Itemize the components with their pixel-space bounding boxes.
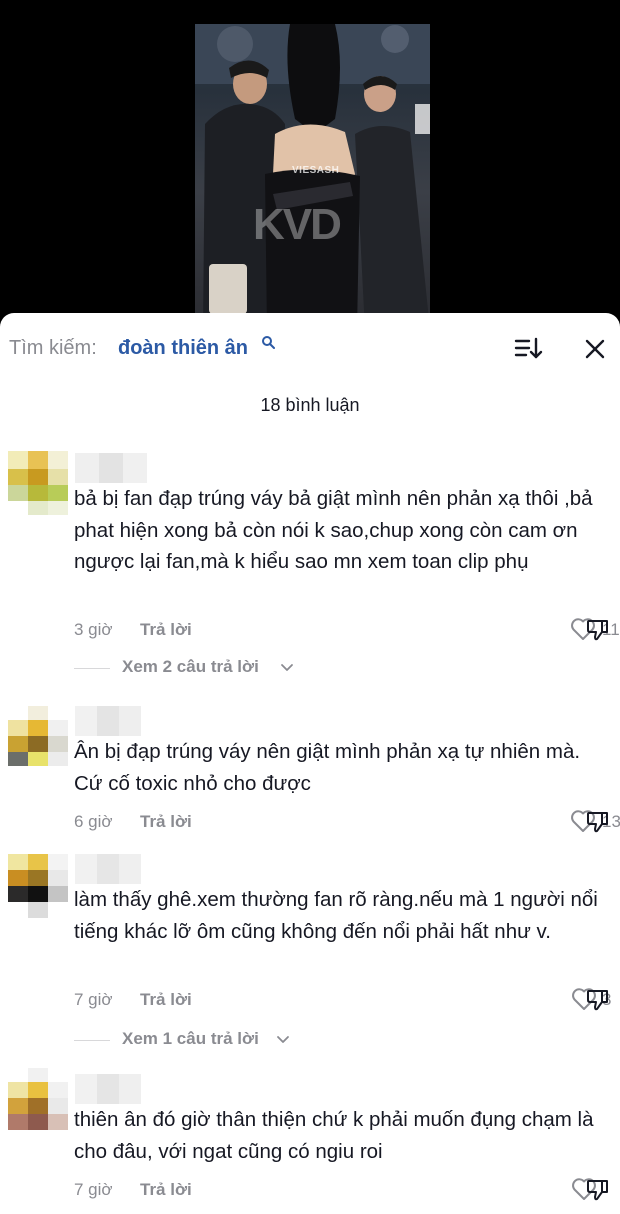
video-player[interactable]: VIESASH KVD	[195, 24, 430, 330]
watermark-logo: KVD	[253, 200, 342, 249]
comment-meta: 6 giờ Trả lời 13	[74, 810, 620, 836]
video-area: VIESASH KVD	[0, 0, 620, 330]
search-small-icon	[261, 335, 275, 354]
comment-time: 7 giờ	[74, 1180, 113, 1199]
avatar[interactable]	[8, 706, 68, 770]
comment-meta: 7 giờ Trả lời 3	[74, 988, 620, 1014]
comment-text: thiên ân đó giờ thân thiện chứ k phải mu…	[74, 1108, 594, 1163]
dislike-icon[interactable]	[585, 617, 611, 648]
avatar[interactable]	[8, 854, 68, 918]
reply-button[interactable]: Trả lời	[140, 1180, 192, 1200]
dislike-icon[interactable]	[585, 1177, 611, 1208]
search-label: Tìm kiếm:	[9, 337, 97, 359]
search-row[interactable]: Tìm kiếm: đoàn thiên ân	[0, 313, 620, 385]
watermark-small: VIESASH	[292, 165, 340, 176]
sort-icon[interactable]	[514, 337, 544, 366]
comment-time: 6 giờ	[74, 812, 113, 831]
comment-text: làm thấy ghê.xem thường fan rõ ràng.nếu …	[74, 888, 598, 943]
video-scene	[195, 24, 430, 330]
dislike-icon[interactable]	[585, 987, 611, 1018]
view-replies-label: Xem 1 câu trả lời	[122, 1029, 259, 1048]
reply-button[interactable]: Trả lời	[140, 990, 192, 1010]
divider-line	[74, 1040, 110, 1041]
close-icon[interactable]	[584, 338, 606, 365]
avatar[interactable]	[8, 451, 68, 515]
comments-sheet: Tìm kiếm: đoàn thiên ân 18 bình luận bả …	[0, 313, 620, 1214]
comment-count-title: 18 bình luận	[260, 395, 360, 415]
dislike-icon[interactable]	[585, 809, 611, 840]
search-query-link[interactable]: đoàn thiên ân	[118, 337, 248, 360]
avatar[interactable]	[8, 1068, 68, 1132]
comment-text: Ân bị đạp trúng váy nên giật mình phản x…	[74, 740, 581, 795]
reply-button[interactable]: Trả lời	[140, 620, 192, 640]
view-replies-label: Xem 2 câu trả lời	[122, 657, 259, 676]
divider-line	[74, 668, 110, 669]
comment-text: bả bị fan đạp trúng váy bả giật mình nên…	[74, 487, 593, 573]
chevron-down-icon	[277, 1036, 289, 1043]
comment-meta: 3 giờ Trả lời 11	[74, 618, 620, 644]
reply-button[interactable]: Trả lời	[140, 812, 192, 832]
chevron-down-icon	[281, 664, 293, 671]
view-replies-button[interactable]: Xem 1 câu trả lời	[74, 1029, 374, 1051]
comment-time: 7 giờ	[74, 990, 113, 1009]
comment-time: 3 giờ	[74, 620, 113, 639]
view-replies-button[interactable]: Xem 2 câu trả lời	[74, 657, 374, 679]
comment-meta: 7 giờ Trả lời	[74, 1178, 620, 1204]
